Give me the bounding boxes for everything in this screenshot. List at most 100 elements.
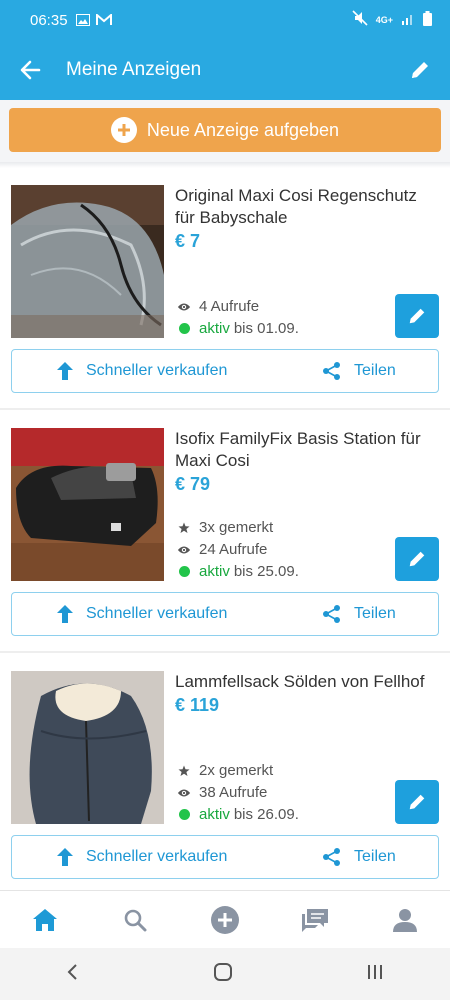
listing-title[interactable]: Original Maxi Cosi Regenschutz für Babys… [175, 185, 440, 229]
status-row: aktiv bis 25.09. [177, 563, 299, 580]
pencil-icon [409, 308, 425, 324]
divider [0, 651, 450, 653]
share-button[interactable]: Teilen [322, 361, 396, 381]
edit-listing-button[interactable] [395, 537, 439, 581]
expiry-label: bis 01.09. [233, 320, 299, 337]
home-circle-icon [213, 962, 232, 981]
share-button[interactable]: Teilen [322, 604, 396, 624]
sell-faster-label: Schneller verkaufen [86, 362, 228, 379]
listing-actions: Schneller verkaufen Teilen [11, 835, 439, 879]
app-bar: Meine Anzeigen [0, 40, 450, 100]
arrow-up-icon [57, 848, 73, 866]
add-icon [211, 905, 239, 934]
listing-card: Lammfellsack Sölden von Fellhof € 119 2x… [0, 671, 450, 914]
eye-icon [177, 301, 191, 313]
mute-icon [352, 10, 368, 30]
status-badge: aktiv [199, 320, 230, 337]
system-home-button[interactable] [213, 962, 233, 987]
back-icon [67, 963, 78, 980]
gmail-icon [95, 14, 112, 26]
expiry-label: bis 26.09. [233, 806, 299, 823]
share-icon [323, 848, 340, 866]
listing-actions: Schneller verkaufen Teilen [11, 349, 439, 393]
home-icon [33, 908, 57, 931]
status-icons: 4G+ [352, 10, 432, 30]
status-badge: aktiv [199, 563, 230, 580]
active-status-dot [178, 809, 190, 820]
divider [0, 408, 450, 410]
saved-count: 3x gemerkt [177, 519, 273, 536]
status-badge: aktiv [199, 806, 230, 823]
back-button[interactable] [0, 40, 60, 100]
gallery-icon [75, 14, 90, 26]
messages-icon [302, 908, 328, 932]
status-row: aktiv bis 01.09. [177, 320, 299, 337]
pencil-icon [409, 794, 425, 810]
plus-icon [110, 117, 137, 143]
new-ad-button[interactable]: Neue Anzeige aufgeben [9, 108, 441, 152]
nav-messages[interactable] [290, 895, 340, 945]
share-label: Teilen [354, 362, 396, 379]
system-recents-button[interactable] [366, 963, 384, 986]
views-label: 4 Aufrufe [199, 298, 260, 315]
profile-icon [393, 908, 417, 932]
star-icon [177, 522, 191, 534]
views-count: 4 Aufrufe [177, 298, 259, 315]
listing-title[interactable]: Lammfellsack Sölden von Fellhof [175, 671, 440, 693]
sell-faster-button[interactable]: Schneller verkaufen [56, 847, 227, 867]
share-icon [323, 605, 340, 623]
edit-listing-button[interactable] [395, 294, 439, 338]
new-ad-section: Neue Anzeige aufgeben [0, 100, 450, 162]
share-label: Teilen [354, 605, 396, 622]
search-icon [124, 909, 147, 931]
recents-icon [367, 964, 382, 979]
arrow-back-icon [20, 60, 41, 80]
status-bar: 06:35 4G+ [0, 0, 450, 40]
sell-faster-button[interactable]: Schneller verkaufen [56, 361, 227, 381]
listing-price: € 7 [175, 231, 201, 251]
battery-icon [423, 10, 432, 30]
nav-add[interactable] [200, 895, 250, 945]
listing-card: Isofix FamilyFix Basis Station für Maxi … [0, 428, 450, 671]
pencil-icon [409, 551, 425, 567]
eye-icon [177, 544, 191, 556]
nav-home[interactable] [20, 895, 70, 945]
status-time: 06:35 [30, 11, 68, 29]
saved-label: 2x gemerkt [199, 762, 274, 779]
nav-search[interactable] [110, 895, 160, 945]
star-icon [177, 765, 191, 777]
status-row: aktiv bis 26.09. [177, 806, 299, 823]
views-label: 38 Aufrufe [199, 784, 268, 801]
share-label: Teilen [354, 848, 396, 865]
views-label: 24 Aufrufe [199, 541, 268, 558]
saved-count: 2x gemerkt [177, 762, 273, 779]
sell-faster-label: Schneller verkaufen [86, 605, 228, 622]
listing-image-isofix[interactable] [11, 428, 164, 581]
expiry-label: bis 25.09. [233, 563, 299, 580]
arrow-up-icon [57, 362, 73, 380]
signal-icon [401, 11, 415, 29]
listing-card: Original Maxi Cosi Regenschutz für Babys… [0, 185, 450, 428]
system-back-button[interactable] [66, 963, 80, 986]
system-navigation [0, 948, 450, 1000]
edit-listing-button[interactable] [395, 780, 439, 824]
page-title: Meine Anzeigen [66, 59, 202, 80]
listing-image-raincover[interactable] [11, 185, 164, 338]
listing-price: € 79 [175, 474, 211, 494]
network-label: 4G+ [375, 15, 393, 25]
pencil-icon [412, 62, 428, 78]
active-status-dot [178, 323, 190, 334]
listing-image-footmuff[interactable] [11, 671, 164, 824]
nav-profile[interactable] [380, 895, 430, 945]
listing-price: € 119 [175, 695, 220, 715]
views-count: 38 Aufrufe [177, 784, 267, 801]
new-ad-label: Neue Anzeige aufgeben [146, 119, 340, 140]
sell-faster-button[interactable]: Schneller verkaufen [56, 604, 227, 624]
listing-actions: Schneller verkaufen Teilen [11, 592, 439, 636]
eye-icon [177, 787, 191, 799]
share-button[interactable]: Teilen [322, 847, 396, 867]
listing-title[interactable]: Isofix FamilyFix Basis Station für Maxi … [175, 428, 440, 472]
edit-header-button[interactable] [390, 40, 450, 100]
views-count: 24 Aufrufe [177, 541, 267, 558]
divider [0, 162, 450, 168]
